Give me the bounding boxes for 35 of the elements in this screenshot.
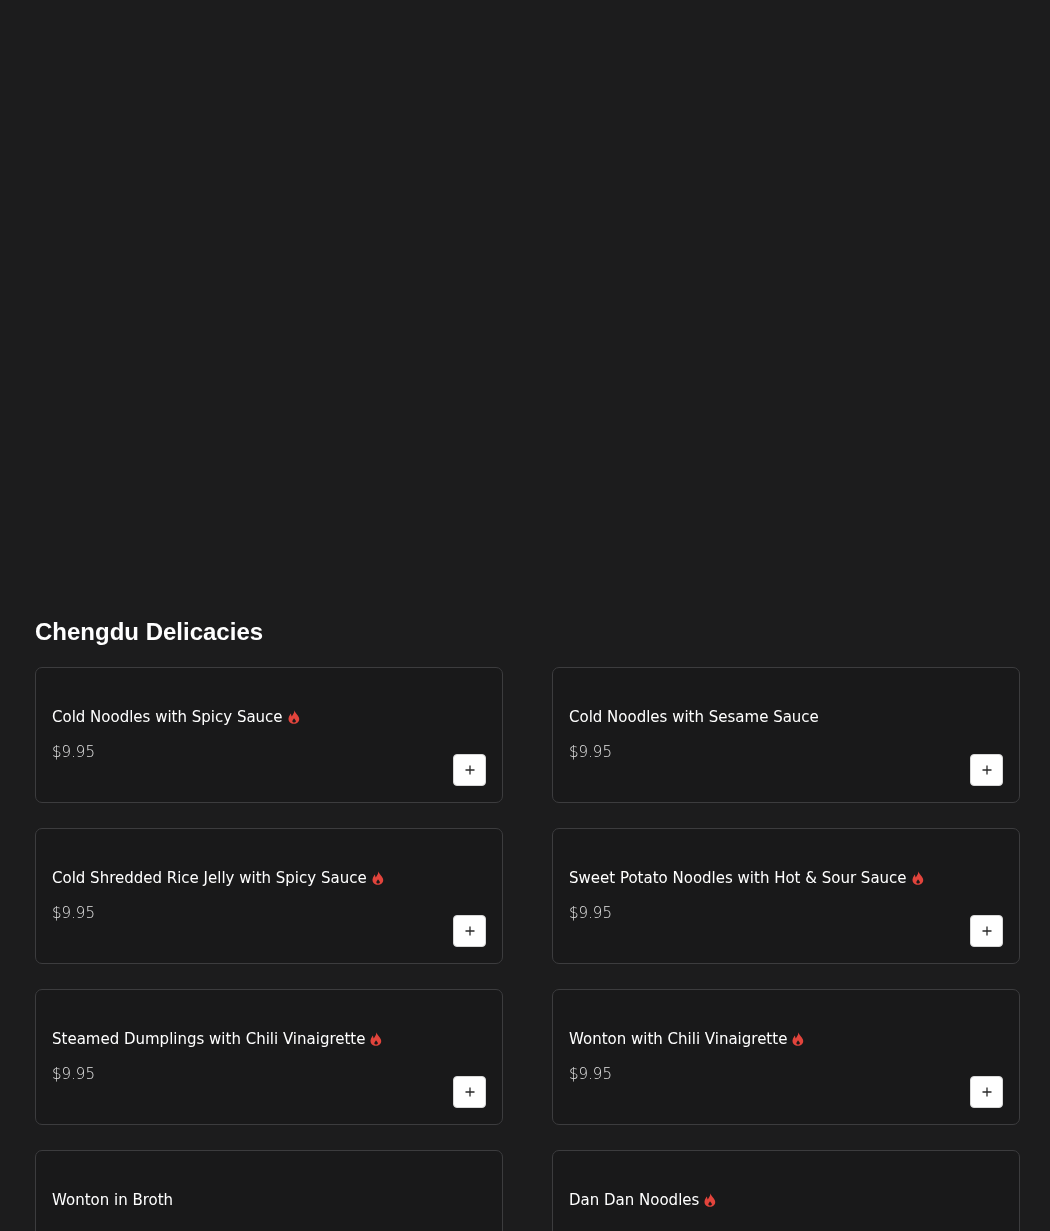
menu-item-card[interactable]: Wonton with Chili Vinaigrette $9.95 [552,989,1020,1125]
add-button[interactable] [453,915,486,947]
menu-item-card[interactable]: Wonton in Broth [35,1150,503,1231]
item-name: Sweet Potato Noodles with Hot & Sour Sauce [569,868,907,888]
plus-icon [464,926,475,936]
item-price: $9.95 [52,903,95,923]
plus-icon [981,765,992,775]
menu-item-card[interactable]: Dan Dan Noodles [552,1150,1020,1231]
menu-item-card[interactable]: Cold Noodles with Spicy Sauce $9.95 [35,667,503,803]
plus-icon [464,765,475,775]
menu-item-card[interactable]: Cold Shredded Rice Jelly with Spicy Sauce $9.95 [35,828,503,964]
item-price: $9.95 [569,903,612,923]
item-price: $9.95 [52,1064,95,1084]
item-name: Cold Noodles with Sesame Sauce [569,707,819,727]
item-name: Cold Shredded Rice Jelly with Spicy Sauce [52,868,367,888]
section-heading: Chengdu Delicacies [35,618,264,646]
item-price: $9.95 [569,1064,612,1084]
item-name: Steamed Dumplings with Chili Vinaigrette [52,1029,366,1049]
menu-item-card[interactable]: Sweet Potato Noodles with Hot & Sour Sauce $9.95 [552,828,1020,964]
item-price: $9.95 [52,742,95,762]
add-button[interactable] [970,1076,1003,1108]
item-name: Dan Dan Noodles [569,1190,700,1210]
plus-icon [981,926,992,936]
plus-icon [464,1087,475,1097]
item-name: Cold Noodles with Spicy Sauce [52,707,283,727]
plus-icon [981,1087,992,1097]
menu-item-card[interactable]: Cold Noodles with Sesame Sauce $9.95 [552,667,1020,803]
item-name: Wonton in Broth [52,1190,174,1210]
menu-item-card[interactable]: Steamed Dumplings with Chili Vinaigrette $9.95 [35,989,503,1125]
add-button[interactable] [453,1076,486,1108]
add-button[interactable] [970,915,1003,947]
add-button[interactable] [453,754,486,786]
item-name: Wonton with Chili Vinaigrette [569,1029,788,1049]
item-price: $9.95 [569,742,612,762]
add-button[interactable] [970,754,1003,786]
